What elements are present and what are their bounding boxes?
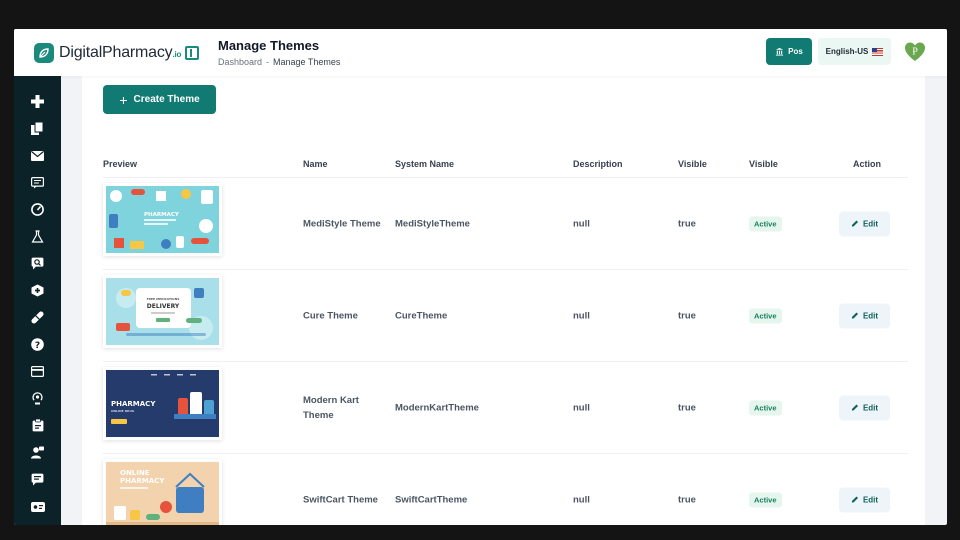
column-header-status: Visible: [749, 159, 778, 169]
card-icon[interactable]: [30, 364, 45, 379]
edit-label: Edit: [862, 403, 879, 412]
pill-icon[interactable]: [30, 310, 45, 325]
theme-visible: true: [678, 402, 696, 413]
theme-description: null: [573, 218, 590, 229]
page-title: Manage Themes: [218, 38, 320, 53]
edit-button[interactable]: Edit: [839, 395, 890, 420]
chat-search-icon[interactable]: [30, 256, 45, 271]
theme-name: Cure Theme: [303, 310, 358, 321]
preview-text: ONLINE DRUG: [111, 409, 135, 413]
create-theme-button[interactable]: + Create Theme: [103, 85, 216, 114]
preview-text: PHARMACY: [111, 400, 156, 408]
bank-icon: [776, 47, 784, 56]
avatar[interactable]: P: [903, 40, 927, 64]
status-badge: Active: [749, 308, 782, 323]
plus-icon[interactable]: [30, 94, 45, 109]
plus-icon: +: [119, 91, 128, 108]
theme-preview-image[interactable]: ONLINE PHARMACY: [103, 459, 222, 525]
theme-system-name: ModernKartTheme: [395, 402, 479, 413]
pencil-icon: [851, 220, 858, 227]
themes-card: + Create Theme Preview Name System Name …: [82, 76, 925, 525]
edit-button[interactable]: Edit: [839, 211, 890, 236]
theme-name: SwiftCart Theme: [303, 494, 378, 505]
preview-text: FREE MEDICATIONS: [147, 297, 180, 301]
id-card-icon[interactable]: [30, 499, 45, 514]
logo-suffix: .io: [172, 49, 182, 59]
top-bar: DigitalPharmacy.io Manage Themes Dashboa…: [14, 29, 947, 76]
edit-label: Edit: [862, 495, 879, 504]
edit-button[interactable]: Edit: [839, 303, 890, 328]
logo[interactable]: DigitalPharmacy.io: [34, 42, 218, 63]
table-row: PHARMACY MediStyle Theme MediStyleTheme …: [103, 178, 908, 270]
pencil-icon: [851, 496, 858, 503]
breadcrumb: Dashboard - Manage Themes: [218, 57, 341, 67]
theme-description: null: [573, 310, 590, 321]
preview-text: PHARMACY: [144, 212, 180, 218]
column-header-action: Action: [853, 159, 881, 169]
table-row: PHARMACY ONLINE DRUG Modern Kart Theme M…: [103, 362, 908, 454]
table-row: ONLINE PHARMACY SwiftCart Theme SwiftCar…: [103, 454, 908, 525]
leaf-icon: [34, 42, 54, 63]
theme-description: null: [573, 494, 590, 505]
column-header-visible: Visible: [678, 159, 707, 169]
pos-button[interactable]: Pos: [766, 38, 812, 65]
column-header-preview: Preview: [103, 159, 138, 169]
theme-preview-image[interactable]: PHARMACY: [103, 183, 222, 256]
pos-label: Pos: [788, 47, 803, 56]
theme-name: MediStyle Theme: [303, 218, 381, 229]
sidebar: ?: [14, 76, 61, 525]
pencil-icon: [851, 404, 858, 411]
svg-text:?: ?: [35, 341, 40, 351]
theme-name: Modern Kart Theme: [303, 394, 359, 421]
table-row: FREE MEDICATIONS DELIVERY Cure Theme Cur…: [103, 270, 908, 362]
theme-system-name: SwiftCartTheme: [395, 494, 468, 505]
preview-text: ONLINE: [120, 469, 150, 477]
medicine-box-icon[interactable]: [30, 283, 45, 298]
edit-label: Edit: [862, 311, 879, 320]
edit-button[interactable]: Edit: [839, 487, 890, 512]
theme-system-name: CureTheme: [395, 310, 448, 321]
language-label: English-US: [825, 47, 869, 56]
theme-description: null: [573, 402, 590, 413]
clipboard-icon[interactable]: [30, 418, 45, 433]
theme-preview-image[interactable]: PHARMACY ONLINE DRUG: [103, 367, 222, 440]
help-icon[interactable]: ?: [30, 337, 45, 352]
header-actions: Pos English-US P: [766, 38, 927, 65]
language-selector[interactable]: English-US: [818, 38, 891, 65]
broadcast-icon[interactable]: [30, 391, 45, 406]
breadcrumb-current: Manage Themes: [273, 57, 341, 67]
user-chat-icon[interactable]: [30, 445, 45, 460]
app-window: DigitalPharmacy.io Manage Themes Dashboa…: [14, 29, 947, 525]
preview-text: DELIVERY: [147, 303, 180, 310]
preview-text: PHARMACY: [120, 477, 165, 485]
avatar-letter: P: [912, 46, 918, 57]
theme-visible: true: [678, 218, 696, 229]
column-header-system-name: System Name: [395, 159, 455, 169]
documents-icon[interactable]: [30, 121, 45, 136]
theme-visible: true: [678, 494, 696, 505]
edit-label: Edit: [862, 219, 879, 228]
flask-icon[interactable]: [30, 229, 45, 244]
pencil-icon: [851, 312, 858, 319]
us-flag-icon: [872, 47, 884, 56]
theme-preview-image[interactable]: FREE MEDICATIONS DELIVERY: [103, 275, 222, 348]
column-header-description: Description: [573, 159, 623, 169]
breadcrumb-dashboard[interactable]: Dashboard: [218, 57, 262, 67]
title-block: Manage Themes Dashboard - Manage Themes: [218, 38, 340, 67]
create-theme-label: Create Theme: [133, 94, 200, 105]
table-header: Preview Name System Name Description Vis…: [103, 152, 908, 178]
logo-main-text: DigitalPharmacy: [59, 43, 173, 61]
sidebar-toggle-icon[interactable]: [185, 45, 200, 60]
status-badge: Active: [749, 400, 782, 415]
theme-system-name: MediStyleTheme: [395, 218, 470, 229]
status-badge: Active: [749, 492, 782, 507]
gauge-icon[interactable]: [30, 202, 45, 217]
theme-visible: true: [678, 310, 696, 321]
status-badge: Active: [749, 216, 782, 231]
column-header-name: Name: [303, 159, 328, 169]
logo-text: DigitalPharmacy.io: [59, 44, 181, 62]
message-icon[interactable]: [30, 175, 45, 190]
mail-icon[interactable]: [30, 148, 45, 163]
comment-icon[interactable]: [30, 472, 45, 487]
